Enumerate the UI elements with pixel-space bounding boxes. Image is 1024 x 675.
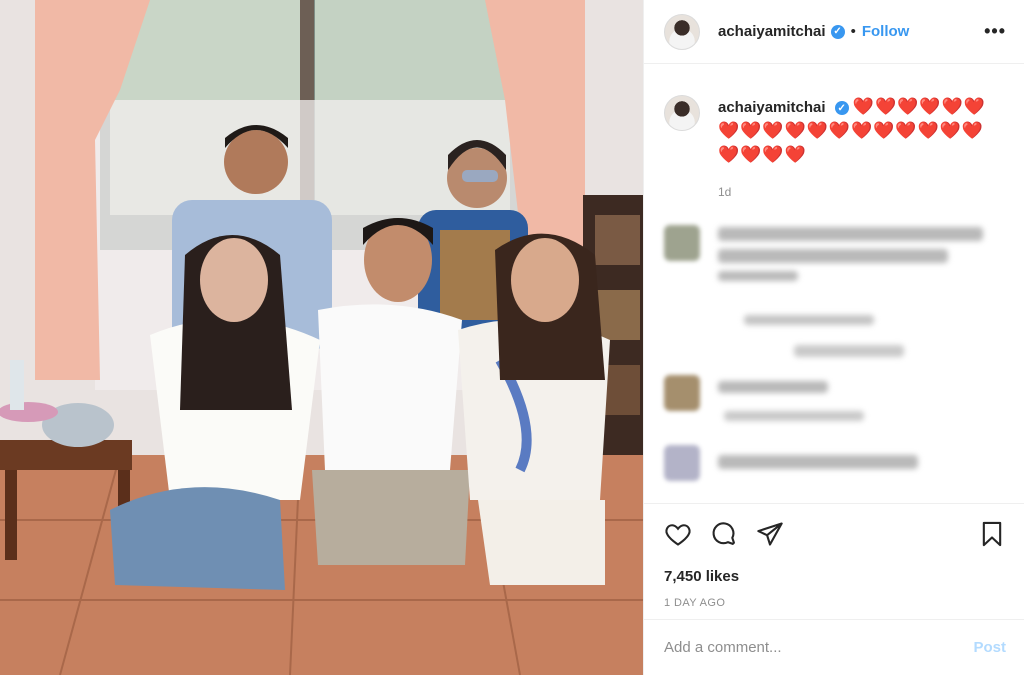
blurred-text bbox=[718, 227, 983, 241]
comment-input[interactable] bbox=[664, 639, 974, 656]
caption-username[interactable]: achaiyamitchai bbox=[718, 99, 826, 116]
blurred-comment bbox=[664, 375, 1006, 435]
family-photo-illustration bbox=[0, 0, 643, 675]
avatar[interactable] bbox=[664, 13, 700, 50]
follow-button[interactable]: Follow bbox=[862, 23, 910, 40]
blurred-text bbox=[744, 315, 874, 325]
blurred-text bbox=[718, 455, 918, 469]
likes-count[interactable]: 7,450 likes bbox=[664, 568, 1006, 585]
post-sidebar: achaiyamitchai ✓ • Follow ••• achaiyamit… bbox=[643, 0, 1024, 675]
blurred-text bbox=[718, 381, 828, 393]
bookmark-icon[interactable] bbox=[978, 520, 1006, 548]
post-photo[interactable] bbox=[0, 0, 643, 675]
post-date: 1 DAY AGO bbox=[664, 597, 726, 609]
caption-body: achaiyamitchai ✓ ❤️❤️❤️❤️❤️❤️❤️❤️❤️❤️❤️❤… bbox=[718, 95, 1006, 199]
add-comment-bar: Post bbox=[644, 619, 1024, 675]
blurred-avatar bbox=[664, 445, 700, 481]
caption-avatar[interactable] bbox=[664, 95, 700, 131]
blurred-text bbox=[794, 345, 904, 357]
share-icon[interactable] bbox=[756, 520, 784, 548]
comment-icon[interactable] bbox=[710, 520, 738, 548]
action-icons bbox=[664, 518, 1006, 550]
caption-timestamp: 1d bbox=[718, 185, 732, 199]
blurred-avatar bbox=[664, 225, 700, 261]
post-actions: 7,450 likes 1 DAY AGO bbox=[644, 503, 1024, 609]
author-username[interactable]: achaiyamitchai bbox=[718, 23, 826, 40]
heart-icon[interactable] bbox=[664, 520, 692, 548]
verified-badge-icon: ✓ bbox=[834, 101, 849, 116]
caption: achaiyamitchai ✓ ❤️❤️❤️❤️❤️❤️❤️❤️❤️❤️❤️❤… bbox=[664, 95, 1006, 199]
blurred-text bbox=[718, 249, 948, 263]
blurred-text bbox=[724, 411, 864, 421]
caption-text: achaiyamitchai ✓ ❤️❤️❤️❤️❤️❤️❤️❤️❤️❤️❤️❤… bbox=[718, 95, 1006, 167]
post-header: achaiyamitchai ✓ • Follow ••• bbox=[644, 0, 1024, 64]
blurred-comment bbox=[664, 445, 1006, 485]
header-separator: • bbox=[850, 23, 856, 40]
more-options-icon[interactable]: ••• bbox=[984, 21, 1006, 42]
comments-list[interactable]: achaiyamitchai ✓ ❤️❤️❤️❤️❤️❤️❤️❤️❤️❤️❤️❤… bbox=[644, 65, 1024, 501]
blurred-comment bbox=[664, 225, 1006, 295]
post-comment-button[interactable]: Post bbox=[973, 639, 1006, 656]
verified-badge-icon: ✓ bbox=[830, 24, 845, 39]
blurred-avatar bbox=[664, 375, 700, 411]
blurred-comment bbox=[664, 305, 1006, 365]
blurred-text bbox=[718, 271, 798, 281]
